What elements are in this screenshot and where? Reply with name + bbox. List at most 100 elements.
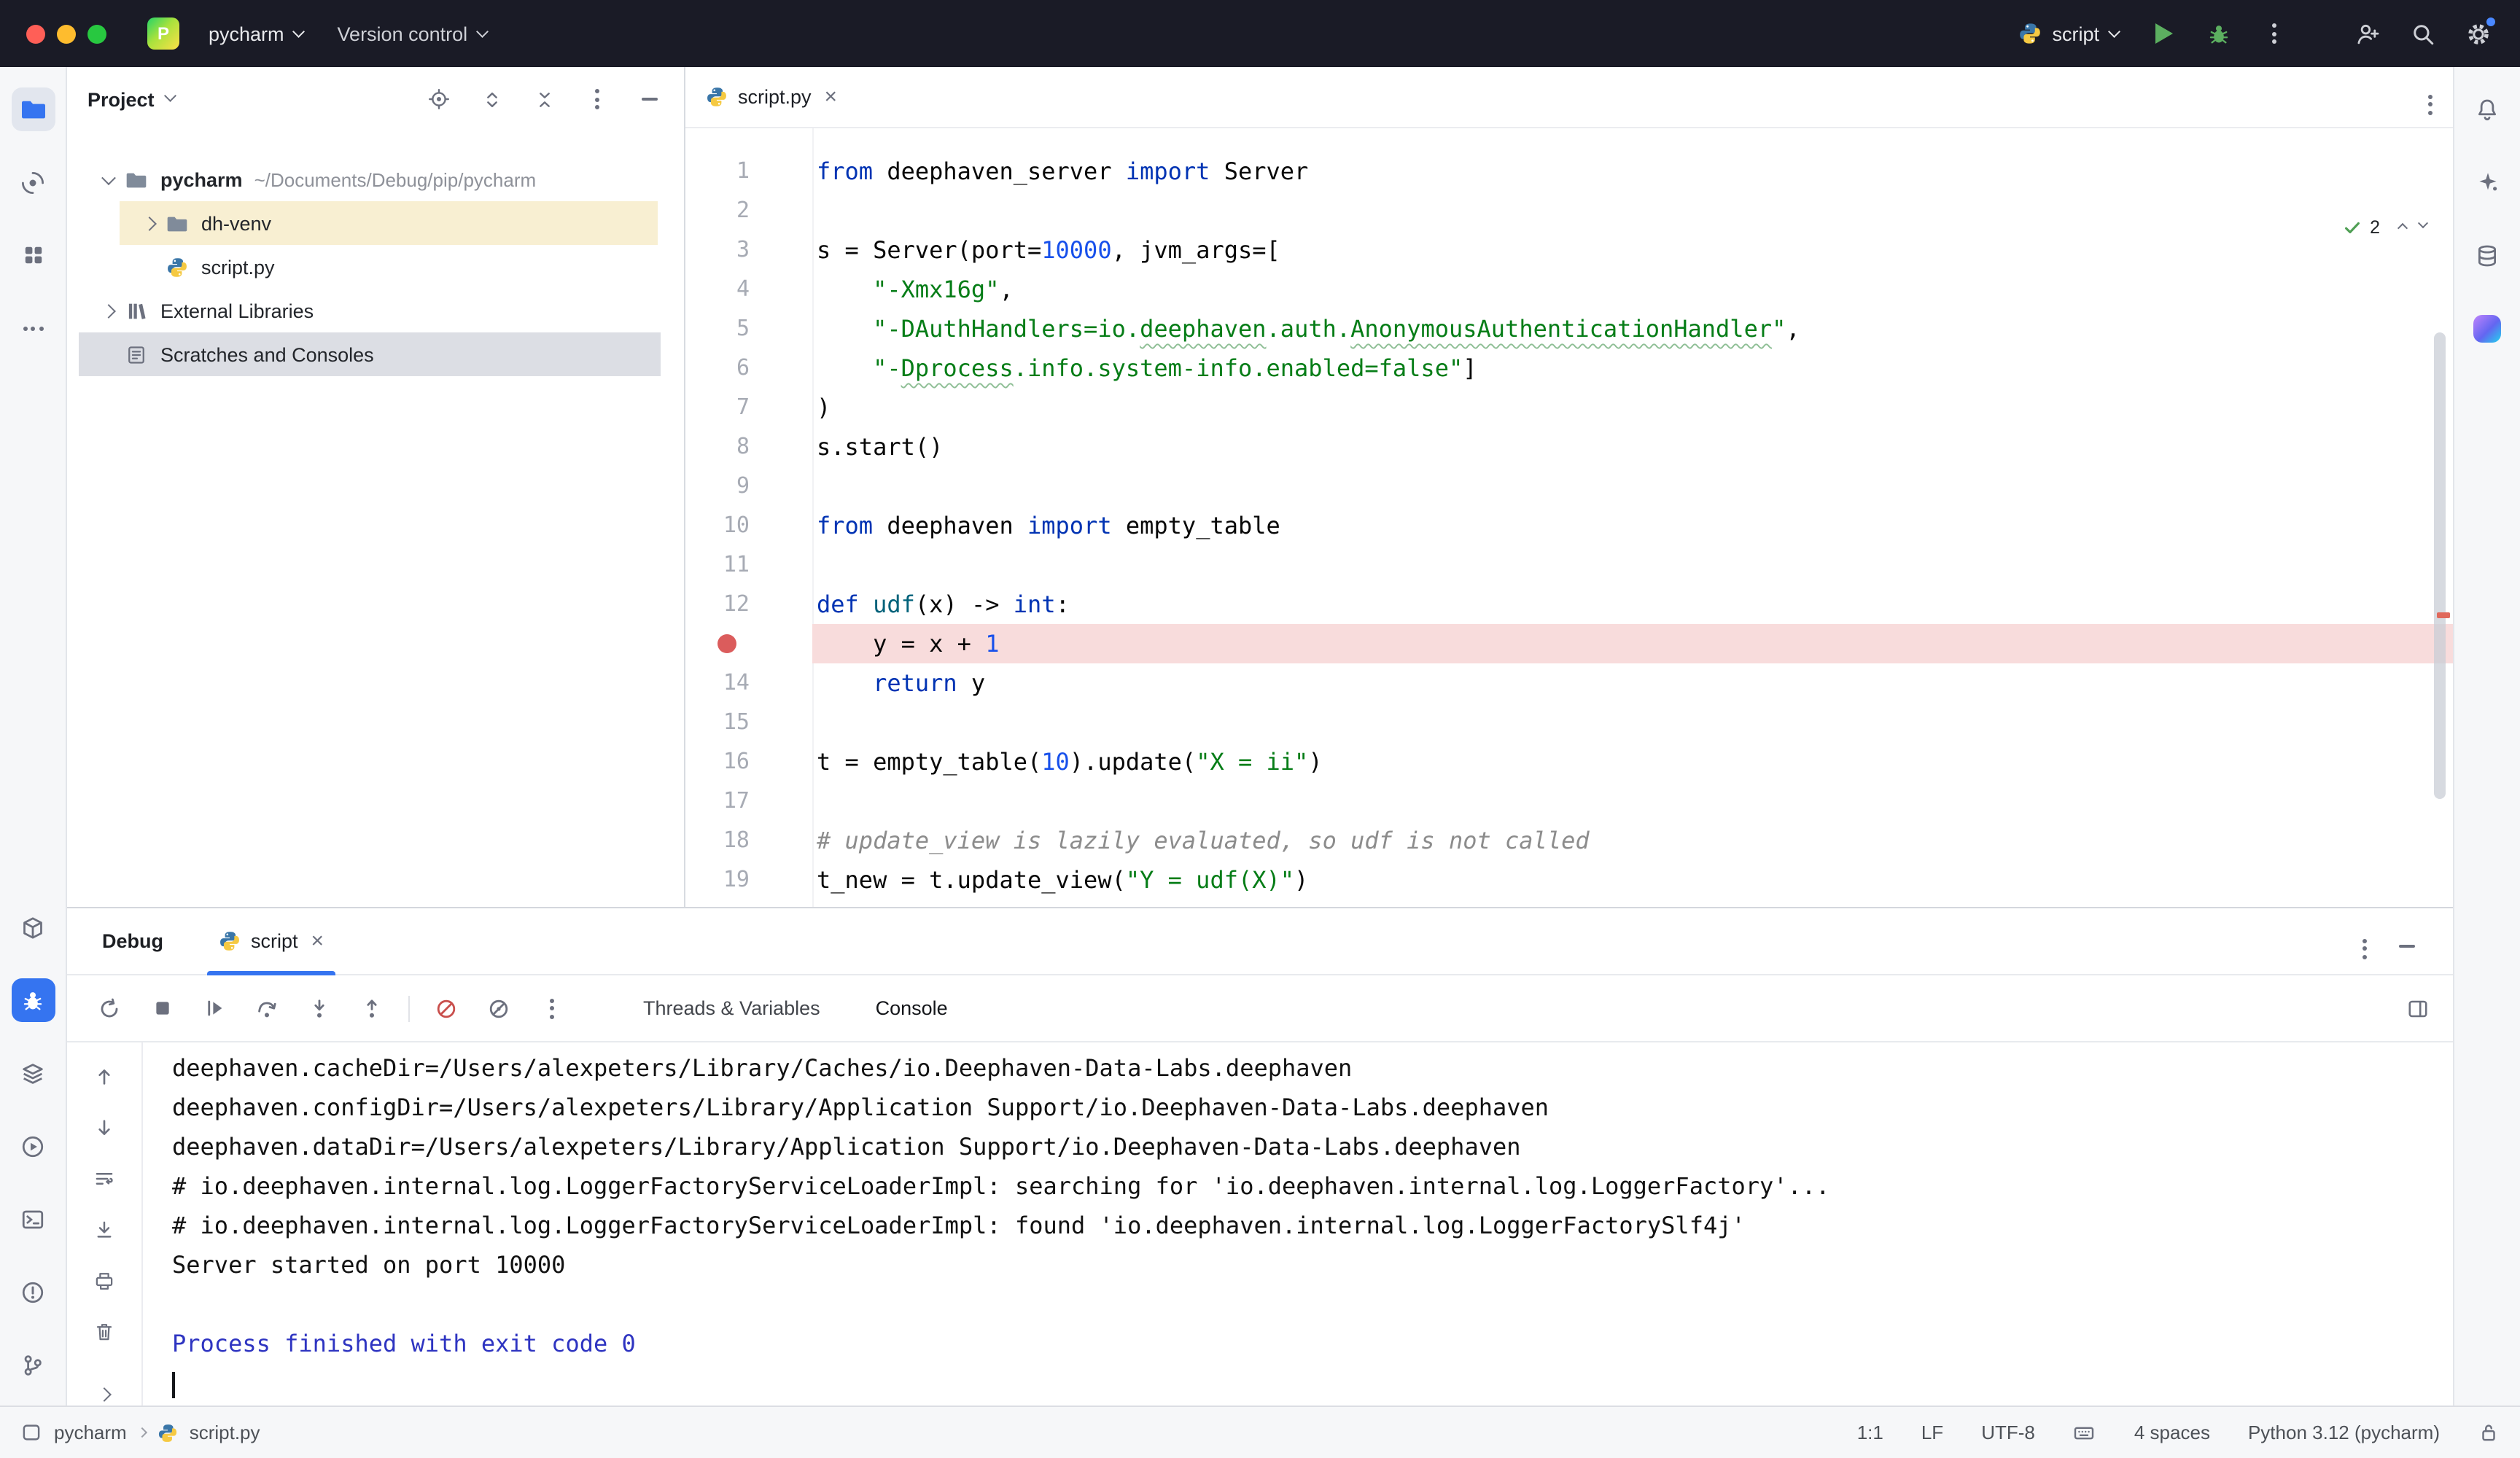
toolwindow-problems-button[interactable]: [11, 1270, 55, 1314]
line-number[interactable]: 17: [685, 781, 750, 821]
soft-wrap-button[interactable]: [85, 1159, 123, 1197]
tab-console[interactable]: Console: [873, 997, 951, 1019]
interpreter-widget[interactable]: Python 3.12 (pycharm): [2248, 1422, 2440, 1443]
line-number[interactable]: 3: [685, 230, 750, 270]
code-line[interactable]: 18# update_view is lazily evaluated, so …: [685, 821, 2453, 860]
code-line-breakpoint[interactable]: y = x + 1: [685, 624, 2453, 663]
code-line[interactable]: 2: [685, 191, 2453, 230]
tree-item-scratches[interactable]: Scratches and Consoles: [67, 332, 684, 376]
prev-occurrence-button[interactable]: [85, 1057, 123, 1095]
line-number[interactable]: 9: [685, 467, 750, 506]
mute-breakpoints-button[interactable]: [424, 986, 468, 1030]
inspections-widget[interactable]: 2: [2336, 210, 2432, 245]
line-number[interactable]: 18: [685, 821, 750, 860]
toolwindow-services-button[interactable]: [11, 1051, 55, 1095]
main-menu-version-control[interactable]: Version control: [320, 12, 504, 55]
debug-tab-script[interactable]: script ×: [198, 908, 344, 974]
line-number[interactable]: 14: [685, 663, 750, 703]
line-number[interactable]: 1: [685, 152, 750, 191]
debug-more-button[interactable]: [529, 986, 573, 1030]
search-everywhere-button[interactable]: [2400, 12, 2444, 55]
hide-values-button[interactable]: [477, 986, 521, 1030]
line-number[interactable]: 11: [685, 545, 750, 585]
line-number[interactable]: 7: [685, 388, 750, 427]
project-view-selector[interactable]: Project: [88, 88, 174, 110]
code-line[interactable]: 5 "-DAuthHandlers=io.deephaven.auth.Anon…: [685, 309, 2453, 348]
tree-item-script-py[interactable]: script.py: [67, 245, 684, 289]
code-line[interactable]: 7): [685, 388, 2453, 427]
editor-tab-options-button[interactable]: [2428, 79, 2432, 114]
select-opened-file-button[interactable]: [424, 85, 454, 114]
editor-tab-script-py[interactable]: script.py ×: [685, 67, 858, 127]
notifications-button[interactable]: [2465, 87, 2509, 131]
clear-console-button[interactable]: [85, 1312, 123, 1350]
line-number[interactable]: [685, 624, 750, 663]
zoom-window-button[interactable]: [88, 24, 106, 43]
code-line[interactable]: 11: [685, 545, 2453, 585]
close-tab-icon[interactable]: ×: [311, 930, 324, 952]
rerun-button[interactable]: [88, 986, 131, 1030]
line-number[interactable]: 12: [685, 585, 750, 624]
project-options-button[interactable]: [582, 85, 611, 114]
ai-assistant-button[interactable]: [2465, 160, 2509, 204]
close-window-button[interactable]: [26, 24, 45, 43]
database-button[interactable]: [2465, 233, 2509, 277]
step-over-button[interactable]: [245, 986, 289, 1030]
toolwindow-debug-button[interactable]: [11, 978, 55, 1022]
line-number[interactable]: 2: [685, 191, 750, 230]
next-problem-icon[interactable]: [2418, 218, 2428, 228]
resume-button[interactable]: [192, 986, 236, 1030]
encoding-widget[interactable]: UTF-8: [1981, 1422, 2035, 1443]
minimize-window-button[interactable]: [57, 24, 76, 43]
code-line[interactable]: 15: [685, 703, 2453, 742]
code-line[interactable]: 1from deephaven_server import Server: [685, 152, 2453, 191]
code-line[interactable]: 9: [685, 467, 2453, 506]
toolwindow-project-button[interactable]: [11, 87, 55, 131]
code-with-me-button[interactable]: [2345, 12, 2389, 55]
hide-debug-panel-button[interactable]: [2399, 928, 2415, 954]
lock-icon[interactable]: [2478, 1422, 2500, 1443]
code-line[interactable]: 10from deephaven import empty_table: [685, 506, 2453, 545]
code-line[interactable]: 6 "-Dprocess.info.system-info.enabled=fa…: [685, 348, 2453, 388]
stop-button[interactable]: [140, 986, 184, 1030]
step-out-button[interactable]: [350, 986, 394, 1030]
jetbrains-ai-button[interactable]: [2465, 306, 2509, 350]
line-separator-widget[interactable]: LF: [1921, 1422, 1943, 1443]
tab-threads-variables[interactable]: Threads & Variables: [640, 997, 823, 1019]
code-line[interactable]: 8s.start(): [685, 427, 2453, 467]
hide-project-panel-button[interactable]: [634, 85, 664, 114]
tree-item-dh-venv[interactable]: dh-venv: [67, 201, 684, 245]
breadcrumb-project[interactable]: pycharm: [54, 1422, 127, 1443]
line-number[interactable]: 16: [685, 742, 750, 781]
step-into-button[interactable]: [298, 986, 341, 1030]
collapse-all-button[interactable]: [529, 85, 559, 114]
toolwindow-vcs-button[interactable]: [11, 1343, 55, 1387]
code-line[interactable]: 12def udf(x) -> int:: [685, 585, 2453, 624]
toolwindow-run-button[interactable]: [11, 1124, 55, 1168]
line-number[interactable]: 19: [685, 860, 750, 900]
print-button[interactable]: [85, 1261, 123, 1299]
layout-settings-button[interactable]: [2406, 997, 2430, 1020]
toolwindow-packages-button[interactable]: [11, 905, 55, 949]
line-number[interactable]: 10: [685, 506, 750, 545]
code-line[interactable]: 3s = Server(port=10000, jvm_args=[: [685, 230, 2453, 270]
more-actions-button[interactable]: [2252, 12, 2295, 55]
toolwindow-commit-button[interactable]: [11, 160, 55, 204]
code-line[interactable]: 17: [685, 781, 2453, 821]
run-configuration-selector[interactable]: script: [2007, 12, 2129, 55]
more-tool-windows-button[interactable]: [11, 306, 55, 350]
line-number[interactable]: 4: [685, 270, 750, 309]
code-line[interactable]: 4 "-Xmx16g",: [685, 270, 2453, 309]
debug-button[interactable]: [2196, 12, 2240, 55]
scroll-to-end-button[interactable]: [85, 1210, 123, 1248]
breadcrumb-file[interactable]: script.py: [190, 1422, 260, 1443]
main-menu-pycharm[interactable]: pycharm: [191, 12, 320, 55]
code-line[interactable]: 14 return y: [685, 663, 2453, 703]
tree-item-project-root[interactable]: pycharm ~/Documents/Debug/pip/pycharm: [67, 157, 684, 201]
line-number[interactable]: 5: [685, 309, 750, 348]
console-output[interactable]: deephaven.cacheDir=/Users/alexpeters/Lib…: [143, 1048, 2453, 1406]
line-number[interactable]: 8: [685, 427, 750, 467]
editor-scrollbar[interactable]: [2434, 332, 2446, 799]
run-button[interactable]: [2141, 12, 2185, 55]
tree-item-external-libraries[interactable]: External Libraries: [67, 289, 684, 332]
